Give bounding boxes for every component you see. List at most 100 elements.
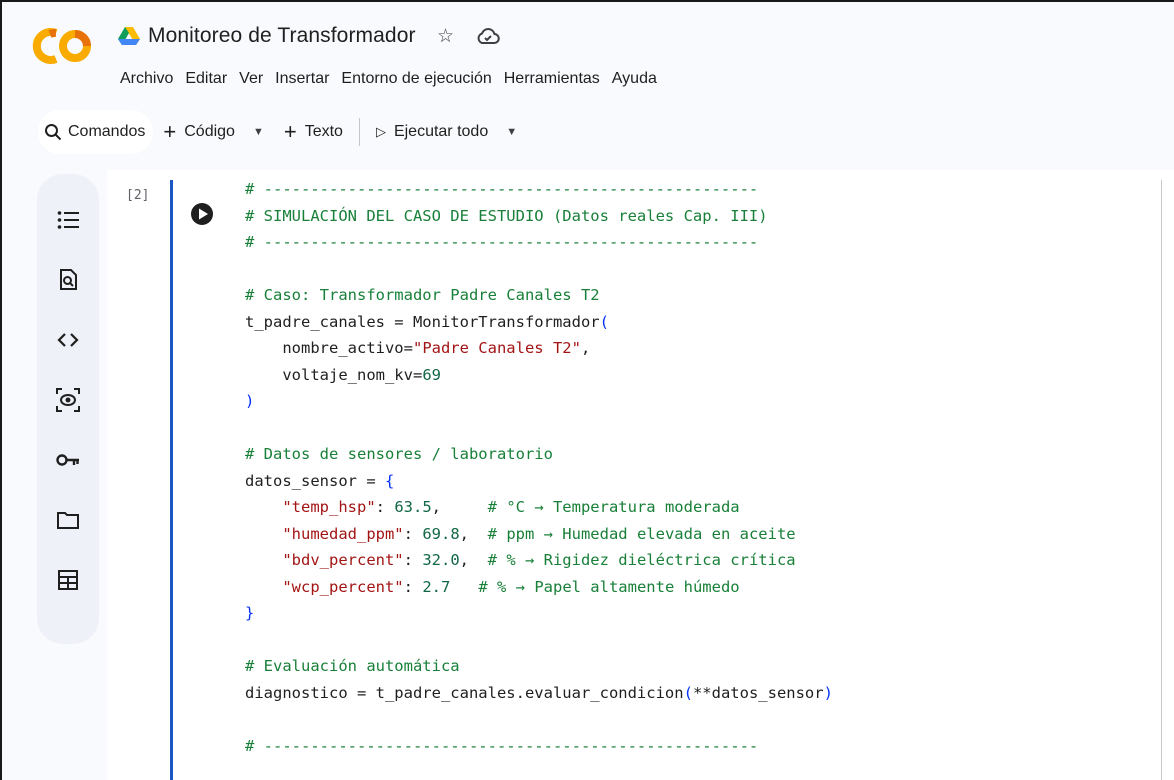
menu-ayuda[interactable]: Ayuda [612, 70, 657, 88]
code-line[interactable]: "bdv_percent": 32.0, # % → Rigidez dielé… [245, 547, 833, 574]
code-line[interactable]: datos_sensor = { [245, 468, 833, 495]
code-line[interactable]: # --------------------------------------… [245, 733, 833, 760]
code-line[interactable]: # SIMULACIÓN DEL CASO DE ESTUDIO (Datos … [245, 203, 833, 230]
code-token: 2.7 [422, 577, 451, 596]
menu-bar: Archivo Editar Ver Insertar Entorno de e… [120, 70, 669, 88]
data-table-icon[interactable] [37, 562, 99, 598]
menu-herramientas[interactable]: Herramientas [504, 70, 600, 88]
code-token: datos_sensor = [245, 471, 385, 490]
colab-window: Monitoreo de Transformador ☆ Archivo Edi… [0, 0, 1174, 780]
code-token: "Padre Canales T2" [412, 339, 581, 357]
cloud-sync-icon[interactable] [476, 27, 500, 45]
notebook-title[interactable]: Monitoreo de Transformador [148, 24, 416, 48]
code-line[interactable]: t_padre_canales = MonitorTransformador( [245, 309, 833, 336]
code-token: "wcp_percent" [282, 577, 404, 596]
run-cell-button[interactable] [190, 202, 214, 226]
code-line[interactable] [245, 706, 833, 733]
code-line[interactable]: nombre_activo="Padre Canales T2", [245, 335, 833, 362]
plus-icon: + [163, 119, 177, 144]
code-editor[interactable]: # --------------------------------------… [245, 176, 833, 759]
code-token: # SIMULACIÓN DEL CASO DE ESTUDIO (Datos … [245, 206, 768, 225]
menu-insertar[interactable]: Insertar [275, 70, 329, 88]
add-text-label: Texto [304, 123, 343, 140]
code-token: ) [245, 392, 255, 410]
code-line[interactable]: # --------------------------------------… [245, 176, 833, 203]
menu-ver[interactable]: Ver [239, 70, 263, 88]
menu-entorno-ejecucion[interactable]: Entorno de ejecución [341, 70, 491, 88]
find-replace-icon[interactable] [37, 262, 99, 298]
code-token: # °C → Temperatura moderada [487, 498, 740, 516]
code-token: : [375, 498, 395, 516]
execution-count: [2] [126, 188, 150, 203]
code-token: voltaje_nom_kv= [245, 365, 423, 384]
code-token: 69 [422, 365, 441, 384]
code-line[interactable] [245, 256, 833, 283]
play-icon: ▷ [375, 124, 386, 139]
cell-focus-bar [170, 180, 173, 780]
code-line[interactable]: # Caso: Transformador Padre Canales T2 [245, 282, 833, 309]
code-token: : [403, 577, 423, 596]
code-line[interactable]: ) [245, 388, 833, 415]
chevron-down-icon[interactable]: ▼ [253, 126, 264, 138]
colab-logo[interactable] [30, 24, 94, 68]
code-token: "temp_hsp" [282, 498, 376, 516]
run-all-button[interactable]: ▷ Ejecutar todo ▼ [366, 114, 527, 150]
code-line[interactable]: "humedad_ppm": 69.8, # ppm → Humedad ele… [245, 521, 833, 548]
plus-icon: + [283, 119, 297, 144]
table-of-contents-icon[interactable] [37, 202, 99, 238]
code-token: ) [823, 683, 833, 702]
code-token: { [384, 471, 395, 490]
code-token: ( [599, 312, 609, 331]
variables-icon[interactable] [37, 382, 99, 418]
code-token: t_padre_canales = MonitorTransformador [245, 312, 600, 331]
menu-archivo[interactable]: Archivo [120, 70, 173, 88]
code-line[interactable]: diagnostico = t_padre_canales.evaluar_co… [245, 680, 833, 707]
code-line[interactable]: # Evaluación automática [245, 653, 833, 680]
code-snippets-icon[interactable] [37, 322, 99, 358]
code-token: 63.5 [394, 498, 432, 516]
code-token: # Caso: Transformador Padre Canales T2 [245, 286, 600, 304]
secrets-key-icon[interactable] [37, 442, 99, 478]
left-sidebar [37, 174, 99, 644]
code-token: # Evaluación automática [245, 657, 460, 675]
code-token: "humedad_ppm" [282, 524, 404, 543]
code-token: # Datos de sensores / laboratorio [245, 445, 553, 463]
toolbar-divider [358, 118, 360, 146]
code-token: nombre_activo= [245, 339, 413, 357]
code-token: # --------------------------------------… [245, 180, 759, 198]
code-line[interactable]: } [245, 600, 833, 627]
add-text-button[interactable]: + Texto [274, 114, 353, 150]
code-token: : [403, 551, 423, 569]
code-token: , [459, 524, 488, 543]
star-icon[interactable]: ☆ [434, 25, 458, 48]
code-token: diagnostico = t_padre_canales.evaluar_co… [245, 683, 684, 702]
code-token: : [403, 524, 423, 543]
code-token: # --------------------------------------… [245, 233, 759, 251]
add-code-button[interactable]: + Código ▼ [153, 114, 273, 150]
search-icon [45, 124, 62, 141]
code-line[interactable]: voltaje_nom_kv=69 [245, 362, 833, 389]
commands-label: Comandos [68, 123, 146, 140]
code-token: , [459, 551, 488, 569]
code-token: # % → Papel altamente húmedo [478, 577, 740, 596]
code-token: **datos_sensor [692, 683, 824, 702]
code-line[interactable]: "temp_hsp": 63.5, # °C → Temperatura mod… [245, 494, 833, 521]
code-token: 69.8 [422, 524, 460, 543]
code-line[interactable] [245, 627, 833, 654]
google-drive-icon[interactable] [118, 26, 140, 46]
code-line[interactable]: "wcp_percent": 2.7 # % → Papel altamente… [245, 574, 833, 601]
files-folder-icon[interactable] [37, 502, 99, 538]
chevron-down-icon[interactable]: ▼ [506, 126, 517, 138]
code-line[interactable]: # --------------------------------------… [245, 229, 833, 256]
code-token: , [431, 498, 488, 516]
run-all-label: Ejecutar todo [393, 123, 489, 140]
code-token: , [580, 339, 591, 357]
code-token: # --------------------------------------… [245, 736, 759, 755]
menu-editar[interactable]: Editar [185, 70, 227, 88]
code-token: # ppm → Humedad elevada en aceite [487, 524, 796, 543]
title-row: Monitoreo de Transformador ☆ [118, 20, 500, 52]
code-line[interactable] [245, 415, 833, 442]
commands-button[interactable]: Comandos [38, 110, 154, 154]
code-line[interactable]: # Datos de sensores / laboratorio [245, 441, 833, 468]
